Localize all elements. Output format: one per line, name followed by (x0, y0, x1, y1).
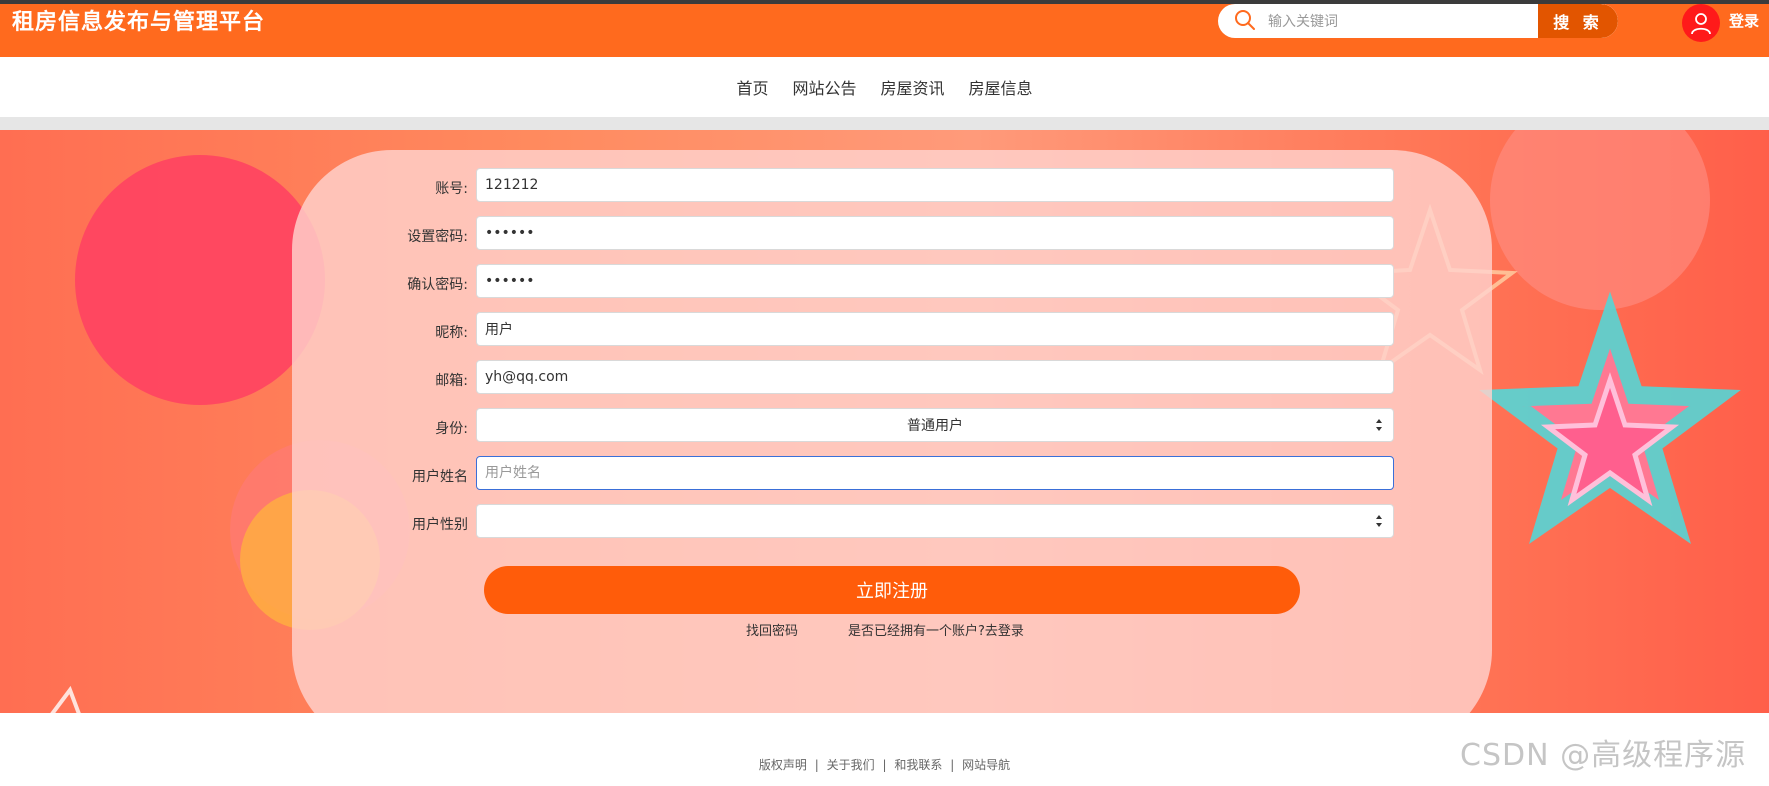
footer-link-copyright[interactable]: 版权声明 (759, 758, 807, 772)
footer-link-about[interactable]: 关于我们 (827, 758, 875, 772)
register-hero: 账号: 设置密码: 确认密码: 昵称: 邮箱: 身份: 普通用户 用户姓名 用户… (0, 130, 1769, 713)
nav-item-house-news[interactable]: 房屋资讯 (881, 75, 945, 99)
select-arrows-icon (1376, 419, 1382, 431)
role-select[interactable]: 普通用户 (476, 408, 1394, 442)
watermark: CSDN @高级程序源 (1460, 738, 1747, 773)
register-button[interactable]: 立即注册 (484, 566, 1300, 614)
account-label: 账号: (435, 181, 468, 197)
account-input[interactable] (476, 168, 1394, 202)
nav-item-home[interactable]: 首页 (736, 75, 768, 99)
footer-separator: | (814, 758, 819, 772)
footer-separator: | (950, 758, 955, 772)
search-input[interactable] (1266, 4, 1560, 38)
select-arrows-icon (1376, 515, 1382, 527)
confirm-password-label: 确认密码: (407, 277, 468, 293)
nickname-input[interactable] (476, 312, 1394, 346)
login-link[interactable]: 登录 (1729, 10, 1759, 31)
real-name-label: 用户姓名 (412, 469, 468, 485)
footer: 版权声明 | 关于我们 | 和我联系 | 网站导航 CSDN @高级程序源 (0, 713, 1769, 786)
email-label: 邮箱: (435, 373, 468, 389)
real-name-input[interactable] (476, 456, 1394, 490)
footer-link-sitemap[interactable]: 网站导航 (962, 758, 1010, 772)
user-avatar-icon[interactable] (1682, 4, 1720, 42)
password-input[interactable] (476, 216, 1394, 250)
nav-item-house-info[interactable]: 房屋信息 (969, 75, 1033, 99)
confirm-password-input[interactable] (476, 264, 1394, 298)
search-button[interactable]: 搜 索 (1538, 4, 1618, 38)
footer-separator: | (882, 758, 887, 772)
role-select-value: 普通用户 (907, 418, 963, 434)
nickname-label: 昵称: (435, 325, 468, 341)
top-header: 租房信息发布与管理平台 搜 索 登录 (0, 0, 1769, 57)
email-input[interactable] (476, 360, 1394, 394)
site-title: 租房信息发布与管理平台 (12, 10, 266, 35)
go-login-link[interactable]: 是否已经拥有一个账户?去登录 (848, 620, 1024, 639)
footer-link-contact[interactable]: 和我联系 (894, 758, 942, 772)
search-icon (1235, 10, 1255, 30)
main-nav: 首页 网站公告 房屋资讯 房屋信息 (0, 57, 1769, 130)
gender-select[interactable] (476, 504, 1394, 538)
user-icon (1691, 13, 1711, 35)
search-box: 搜 索 (1218, 4, 1618, 38)
password-label: 设置密码: (407, 229, 468, 245)
gender-label: 用户性别 (412, 517, 468, 533)
nav-item-announcements[interactable]: 网站公告 (792, 75, 856, 99)
forgot-password-link[interactable]: 找回密码 (746, 620, 798, 639)
role-label: 身份: (435, 421, 468, 437)
